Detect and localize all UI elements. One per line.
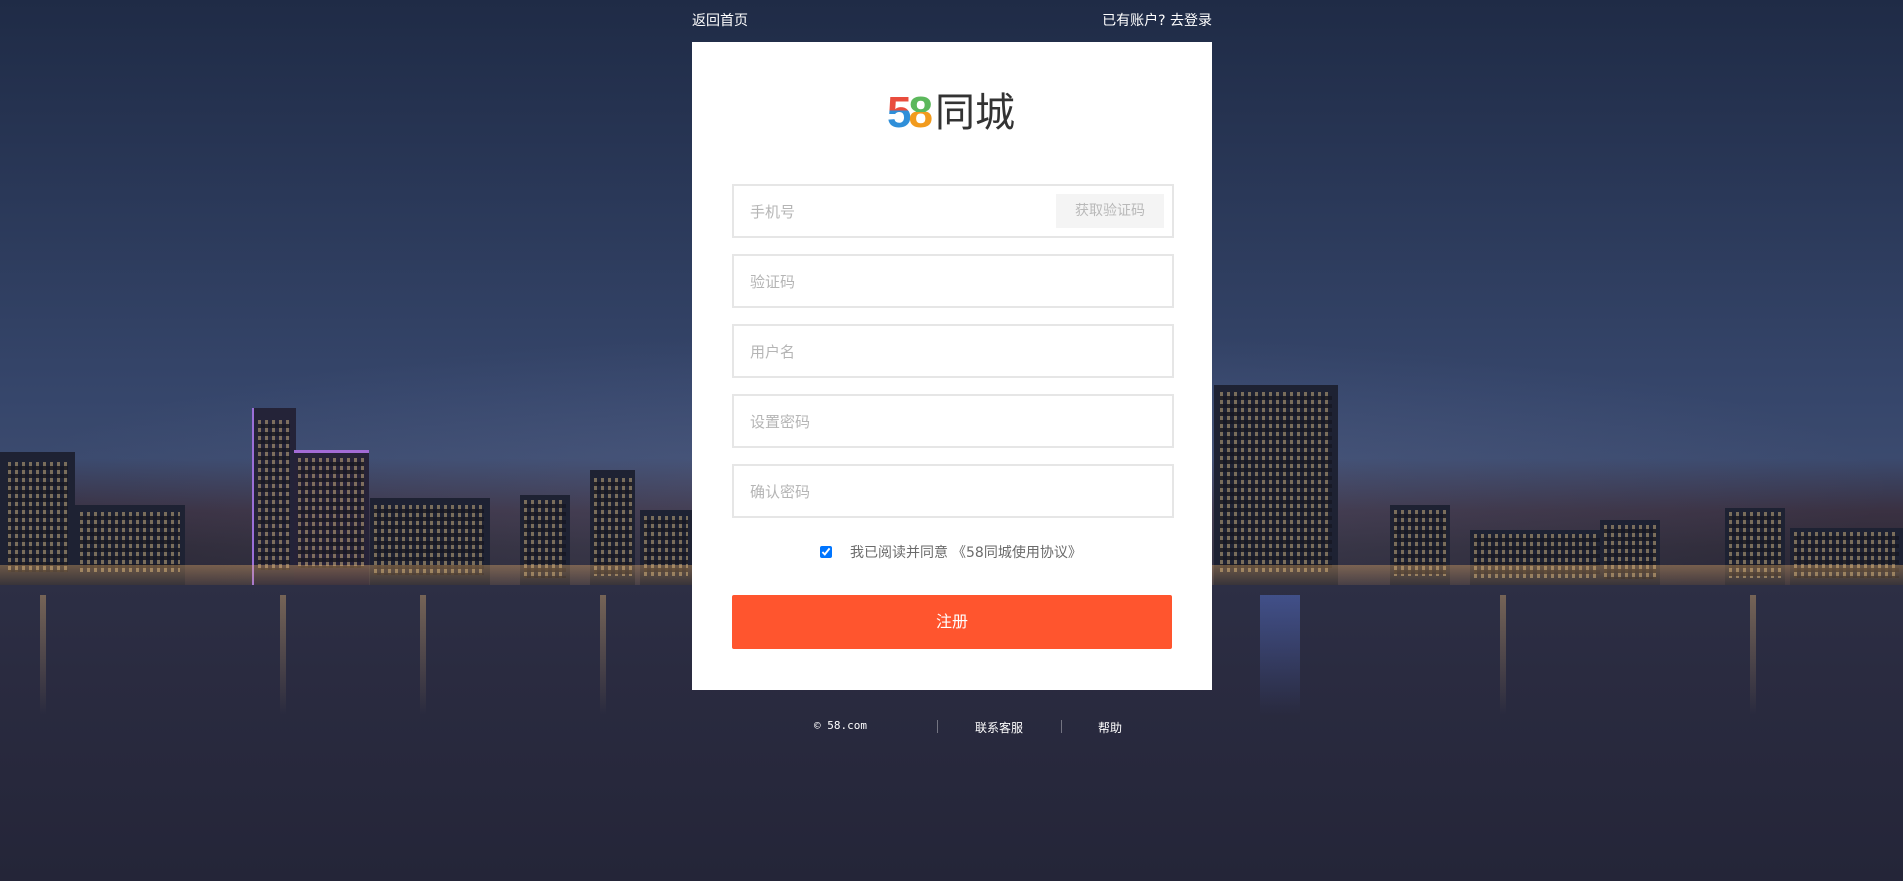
phone-input[interactable]: [748, 186, 1052, 238]
get-code-button[interactable]: 获取验证码: [1056, 194, 1164, 228]
confirm-password-input[interactable]: [748, 466, 1052, 518]
light-reflection: [600, 595, 606, 715]
light-reflection: [1260, 595, 1300, 715]
phone-field: 获取验证码: [732, 184, 1174, 238]
58-logo: 5 8 同城: [887, 88, 1022, 137]
footer-divider: [1061, 720, 1062, 733]
confirm-password-field: [732, 464, 1174, 518]
building-windows: [8, 462, 68, 572]
password-input[interactable]: [748, 396, 1052, 448]
building-windows: [298, 458, 364, 568]
register-button[interactable]: 注册: [732, 595, 1172, 649]
agree-checkbox[interactable]: [820, 546, 832, 558]
light-reflection: [1750, 595, 1756, 715]
username-field: [732, 324, 1174, 378]
footer: © 58.com 联系客服 帮助: [0, 719, 1903, 735]
light-reflection: [280, 595, 286, 715]
agree-text: 我已阅读并同意: [850, 545, 948, 561]
register-card: 5 8 同城 获取验证码 我已阅读并同意 《58同城使用协议》 注册: [692, 42, 1212, 690]
username-input[interactable]: [748, 326, 1052, 378]
building-windows: [1220, 392, 1332, 572]
code-field: [732, 254, 1174, 308]
light-reflection: [1500, 595, 1506, 715]
light-reflection: [420, 595, 426, 715]
help-link[interactable]: 帮助: [1098, 719, 1122, 736]
contact-support-link[interactable]: 联系客服: [975, 719, 1023, 736]
code-input[interactable]: [748, 256, 1052, 308]
back-home-link[interactable]: 返回首页: [692, 10, 748, 30]
building-windows: [594, 478, 632, 576]
logo-brand-text: 同城: [934, 90, 1015, 136]
agreement-row: 我已阅读并同意 《58同城使用协议》: [820, 542, 1082, 562]
light-reflection: [40, 595, 46, 715]
logo-digit-8: 8: [908, 88, 933, 137]
building-windows: [258, 420, 290, 570]
login-link[interactable]: 已有账户? 去登录: [1099, 10, 1212, 30]
password-field: [732, 394, 1174, 448]
building-windows: [80, 512, 180, 572]
footer-divider: [937, 720, 938, 733]
protocol-link[interactable]: 《58同城使用协议》: [952, 542, 1082, 562]
copyright-text: © 58.com: [814, 719, 867, 732]
